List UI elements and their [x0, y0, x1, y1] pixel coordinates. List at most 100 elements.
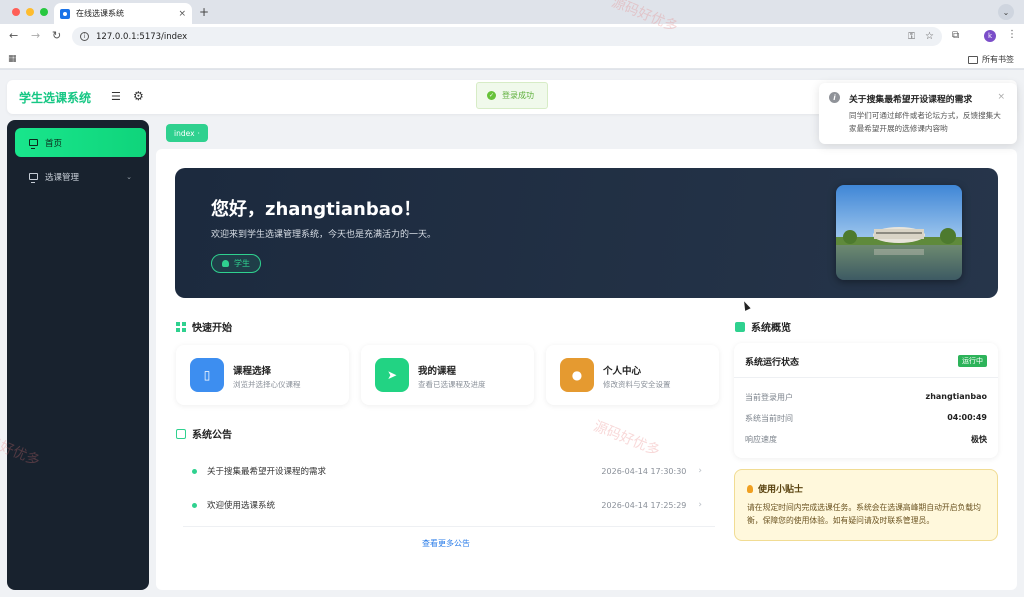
close-icon[interactable]: × [997, 92, 1005, 102]
status-value: 04:00:49 [947, 413, 987, 422]
grid-icon [176, 321, 186, 332]
quick-card-profile[interactable]: ● 个人中心 修改资料与安全设置 [546, 345, 719, 405]
notice-item[interactable]: 关于搜集最希望开设课程的需求 2026-04-14 17:30:30 › [192, 461, 702, 481]
close-window-button[interactable] [12, 8, 20, 16]
status-row: 响应速度 极快 [745, 434, 987, 445]
browser-toolbar: ← → ↻ i 127.0.0.1:5173/index ⚿ ☆ ⧉ k ⋮ [0, 24, 1024, 49]
notice-item[interactable]: 欢迎使用选课系统 2026-04-14 17:25:29 › [192, 495, 702, 515]
chevron-right-icon: › [698, 500, 702, 510]
tab-index[interactable]: index · [166, 124, 208, 142]
status-key: 系统当前时间 [745, 414, 793, 423]
greeting-title: 您好，zhangtianbao！ [211, 199, 422, 220]
welcome-banner: 您好，zhangtianbao！ 欢迎来到学生选课管理系统，今天也是充满活力的一… [175, 168, 998, 298]
status-key: 响应速度 [745, 435, 777, 444]
notification-popup: i 关于搜集最希望开设课程的需求 × 同学们可通过邮件或者论坛方式，反馈搜集大家… [819, 83, 1017, 144]
send-icon: ➤ [375, 358, 409, 392]
notice-icon [176, 428, 186, 439]
success-toast: ✓ 登录成功 [476, 82, 548, 109]
bullet-icon [192, 468, 197, 474]
tips-text: 请在规定时间内完成选课任务。系统会在选课高峰期自动开启负载均衡，保障您的使用体验… [747, 503, 981, 525]
notice-title: 关于搜集最希望开设课程的需求 [207, 467, 327, 477]
campus-photo [836, 185, 962, 280]
app-root: 学生选课系统 ☰ ⚙ 首页 选课管理 ⌄ index · 您好，zhangtia… [0, 70, 1024, 597]
divider [734, 377, 998, 378]
tab-index-label: index [174, 128, 195, 138]
notice-time: 2026-04-14 17:30:30 [601, 466, 687, 476]
notices-label: 系统公告 [192, 430, 232, 441]
chevron-right-icon: › [698, 466, 702, 476]
more-notices-link[interactable]: 查看更多公告 [422, 538, 470, 549]
sidebar: 首页 选课管理 ⌄ [7, 120, 149, 590]
sidebar-item-label: 选课管理 [45, 172, 80, 183]
tab-close-icon[interactable]: × [178, 9, 186, 19]
tips-card: 使用小贴士 请在规定时间内完成选课任务。系统会在选课高峰期自动开启负载均衡，保障… [734, 469, 998, 541]
quick-card-course-selection[interactable]: ▯ 课程选择 浏览并选择心仪课程 [176, 345, 349, 405]
overview-title: 系统概览 [735, 319, 791, 334]
all-bookmarks-label: 所有书签 [982, 55, 1014, 64]
campus-image [836, 185, 962, 280]
chevron-down-icon: ⌄ [126, 172, 132, 181]
browser-tab-bar: 在线选课系统 × + ⌄ [0, 0, 1024, 24]
url-text[interactable]: 127.0.0.1:5173/index [96, 32, 908, 42]
notice-time: 2026-04-14 17:25:29 [601, 500, 687, 510]
close-icon[interactable]: · [198, 129, 200, 138]
welcome-text: 欢迎来到学生选课管理系统，今天也是充满活力的一天。 [211, 230, 437, 240]
reload-icon[interactable]: ↻ [52, 30, 61, 42]
app-brand[interactable]: 学生选课系统 [19, 89, 91, 106]
zoom-window-button[interactable] [40, 8, 48, 16]
system-status-card: 系统运行状态 运行中 当前登录用户 zhangtianbao 系统当前时间 04… [734, 343, 998, 458]
quick-card-desc: 修改资料与安全设置 [603, 380, 671, 389]
info-icon: i [829, 92, 840, 103]
notice-title: 欢迎使用选课系统 [207, 501, 276, 511]
quick-card-title: 我的课程 [418, 366, 457, 377]
status-value: 极快 [971, 435, 987, 444]
quick-card-title: 个人中心 [603, 366, 642, 377]
site-info-icon[interactable]: i [80, 32, 89, 41]
address-bar[interactable]: i 127.0.0.1:5173/index ⚿ ☆ [72, 27, 942, 46]
status-badge: 运行中 [958, 355, 987, 367]
sidebar-item-course-management[interactable]: 选课管理 ⌄ [15, 162, 146, 191]
collapse-menu-icon[interactable]: ☰ [111, 90, 121, 103]
browser-menu-icon[interactable]: ⋮ [1007, 29, 1017, 40]
new-tab-button[interactable]: + [199, 5, 209, 19]
extensions-icon[interactable]: ⧉ [952, 30, 959, 41]
quick-card-desc: 浏览并选择心仪课程 [233, 380, 301, 389]
monitor-icon [29, 173, 38, 183]
sidebar-item-label: 首页 [45, 138, 63, 149]
forward-icon[interactable]: → [31, 30, 40, 42]
all-bookmarks-button[interactable]: 所有书签 [968, 54, 1014, 65]
bullet-icon [192, 502, 197, 508]
profile-avatar[interactable]: k [984, 30, 996, 42]
check-circle-icon: ✓ [487, 91, 496, 100]
status-key: 当前登录用户 [745, 393, 793, 402]
quick-card-desc: 查看已选课程及进度 [418, 380, 486, 389]
toast-text: 登录成功 [502, 91, 534, 100]
settings-gear-icon[interactable]: ⚙ [133, 89, 144, 103]
password-key-icon[interactable]: ⚿ [908, 32, 915, 42]
status-row: 系统当前时间 04:00:49 [745, 413, 987, 424]
apps-grid-icon[interactable]: ▦ [8, 54, 17, 64]
notification-body: 同学们可通过邮件或者论坛方式，反馈搜集大家最希望开展的选修课内容哟 [849, 111, 1001, 133]
status-card-title: 系统运行状态 [745, 358, 800, 368]
bookmark-star-icon[interactable]: ☆ [925, 31, 934, 42]
sidebar-item-home[interactable]: 首页 [15, 128, 146, 157]
bookmarks-bar: ▦ 所有书签 [0, 49, 1024, 69]
quick-card-my-courses[interactable]: ➤ 我的课程 查看已选课程及进度 [361, 345, 534, 405]
monitor-icon [29, 139, 38, 149]
minimize-window-button[interactable] [26, 8, 34, 16]
tab-search-icon[interactable]: ⌄ [998, 4, 1014, 20]
browser-tab[interactable]: 在线选课系统 × [54, 3, 192, 24]
back-icon[interactable]: ← [9, 30, 18, 42]
lightbulb-icon [747, 484, 753, 493]
status-row: 当前登录用户 zhangtianbao [745, 392, 987, 403]
notification-title: 关于搜集最希望开设课程的需求 [849, 95, 973, 105]
notices-title: 系统公告 [176, 426, 232, 441]
folder-icon [968, 55, 978, 64]
status-value: zhangtianbao [925, 392, 987, 401]
quick-start-label: 快速开始 [192, 323, 232, 334]
overview-label: 系统概览 [751, 323, 791, 334]
user-icon: ● [560, 358, 594, 392]
tips-title: 使用小贴士 [747, 482, 803, 495]
user-icon [222, 260, 229, 267]
role-label: 学生 [234, 259, 250, 268]
